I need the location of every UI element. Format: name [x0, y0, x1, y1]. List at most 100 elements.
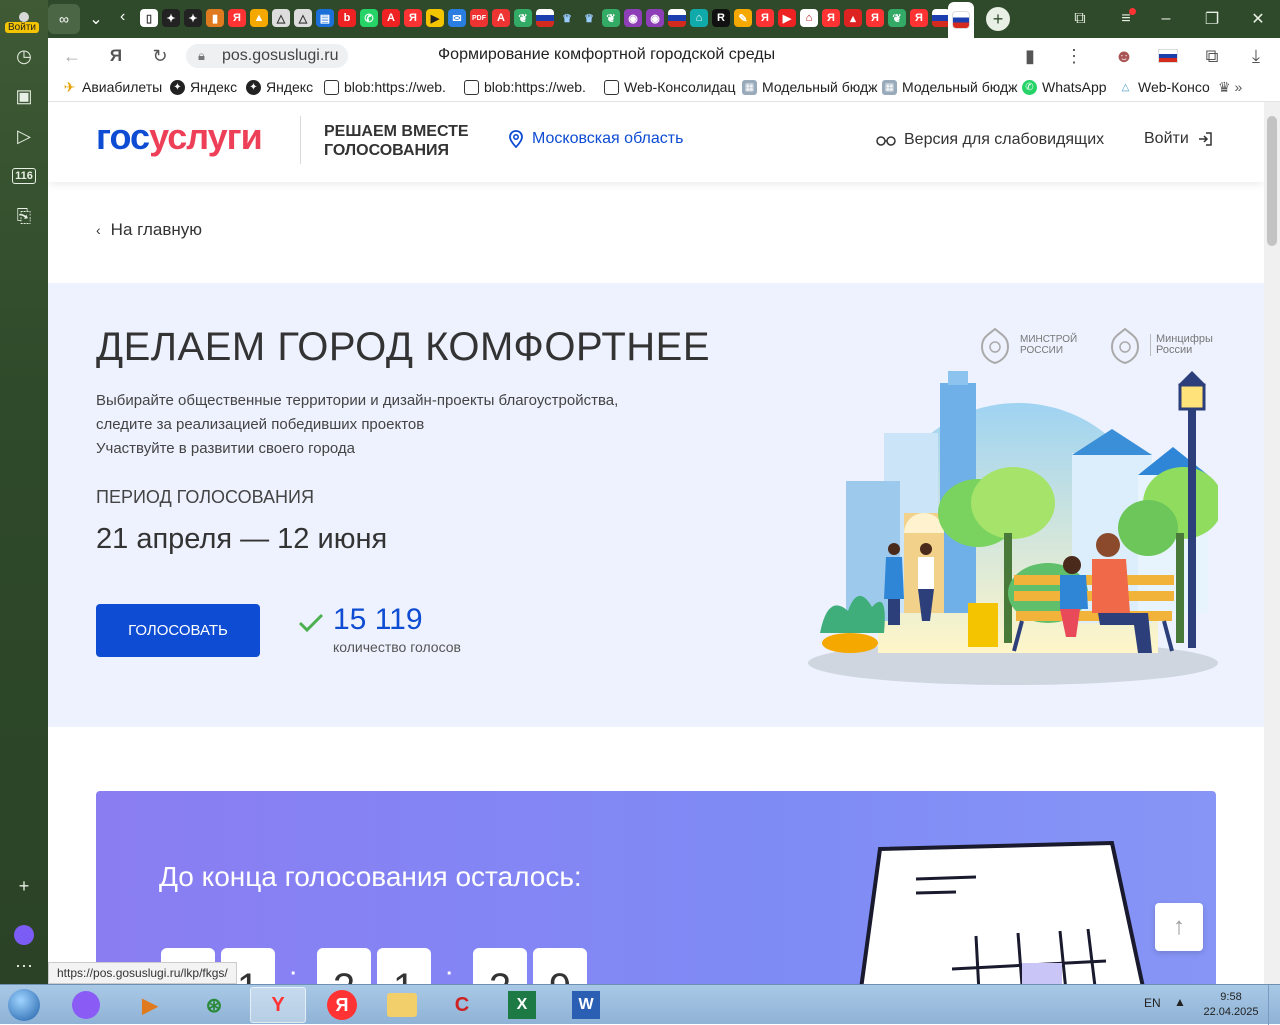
tab-favicon-mail[interactable]: ✉ — [448, 9, 466, 27]
tray-language[interactable]: EN — [1144, 996, 1161, 1010]
more-icon[interactable]: ⋯ — [8, 950, 40, 982]
tab-favicon-yandex[interactable]: Я — [228, 9, 246, 27]
yandex-home-icon[interactable]: Я — [104, 44, 128, 68]
show-desktop-button[interactable] — [1268, 985, 1280, 1025]
tab-favicon-image[interactable]: ▲ — [250, 9, 268, 27]
restore-icon[interactable]: ❐ — [1194, 6, 1230, 32]
taskbar-app-alice[interactable] — [58, 987, 114, 1023]
tab-favicon-whatsapp[interactable]: ✆ — [360, 9, 378, 27]
tab-favicon-yandex[interactable]: Я — [404, 9, 422, 27]
taskbar-app-c[interactable]: C — [434, 987, 490, 1023]
bookmark-item[interactable]: ✦ Яндекс — [170, 79, 237, 95]
collections-icon[interactable]: ▣ — [8, 80, 40, 112]
minimize-icon[interactable]: – — [1148, 6, 1184, 32]
tab-favicon-ru-flag[interactable] — [668, 9, 686, 27]
tray-clock[interactable]: 9:58 22.04.2025 — [1196, 990, 1266, 1020]
address-bar: ← Я ↻ 🔒︎ pos.gosuslugi.ru Формирование к… — [48, 38, 1280, 74]
tab-favicon-ru-flag[interactable] — [536, 9, 554, 27]
gosuslugi-logo[interactable]: госуслуги — [96, 116, 263, 158]
tab-favicon-circle[interactable]: ◉ — [646, 9, 664, 27]
back-to-home-link[interactable]: ‹ На главную — [96, 220, 202, 240]
tabs-scroll-left-icon[interactable]: ‹ — [120, 8, 125, 26]
tab-manager-icon[interactable]: ∞ — [48, 4, 80, 34]
tab-favicon-chart[interactable]: ▮ — [206, 9, 224, 27]
vote-button[interactable]: ГОЛОСОВАТЬ — [96, 604, 260, 657]
login-link[interactable]: Войти — [1144, 130, 1213, 148]
tab-favicon-play[interactable]: ▶ — [426, 9, 444, 27]
translate-icon[interactable]: ⧉ — [1200, 44, 1224, 68]
back-arrow-icon[interactable]: ← — [60, 44, 84, 68]
tab-favicon-pdf[interactable]: PDF — [470, 9, 488, 27]
scrollbar-thumb[interactable] — [1267, 116, 1277, 246]
tab-favicon-b[interactable]: b — [338, 9, 356, 27]
tab-favicon-leaf[interactable]: ❦ — [888, 9, 906, 27]
bookmark-item[interactable]: ✈ Авиабилеты — [62, 79, 163, 96]
reload-icon[interactable]: ↻ — [148, 44, 172, 68]
tab-favicon-leaf[interactable]: ❦ — [514, 9, 532, 27]
url-field[interactable]: 🔒︎ pos.gosuslugi.ru — [186, 44, 348, 68]
extension-icon[interactable]: ☻ — [1112, 44, 1136, 68]
page-scrollbar[interactable] — [1264, 102, 1280, 984]
bookmark-item[interactable]: △ Web-Консо — [1118, 79, 1210, 95]
bookmark-item[interactable]: ▦ Модельный бюдж — [742, 79, 878, 95]
scroll-to-top-button[interactable]: ↑ — [1155, 903, 1203, 951]
badge-116-icon[interactable]: 116 — [8, 160, 40, 192]
taskbar-app-yandex[interactable]: Я — [314, 987, 370, 1023]
tab-favicon-doc[interactable]: ▯ — [140, 9, 158, 27]
region-selector[interactable]: Московская область — [508, 130, 683, 148]
tray-expand-icon[interactable]: ▲ — [1174, 995, 1186, 1009]
alice-icon[interactable] — [8, 919, 40, 951]
tab-favicon-map[interactable]: ⌂ — [690, 9, 708, 27]
bookmark-item[interactable]: blob:https://web. — [324, 79, 446, 95]
screenshot-icon[interactable]: ⎘ — [8, 200, 40, 232]
tab-collections-icon[interactable]: ⧉ — [1062, 6, 1098, 32]
profile-login-badge[interactable]: Войти — [5, 22, 39, 33]
tab-favicon-emblem[interactable]: ♛ — [558, 9, 576, 27]
tab-favicon-pencil[interactable]: ✎ — [734, 9, 752, 27]
tab-favicon-star[interactable]: ✦ — [162, 9, 180, 27]
tab-favicon-yandex[interactable]: Я — [822, 9, 840, 27]
active-tab[interactable] — [948, 2, 974, 38]
tab-favicon-chart[interactable]: ▴ — [844, 9, 862, 27]
bookmarks-more-icon[interactable]: ♛ » — [1218, 79, 1242, 96]
tab-favicon-image[interactable]: △ — [294, 9, 312, 27]
menu-icon[interactable]: ≡ — [1108, 6, 1144, 32]
tabs-dropdown-icon[interactable]: ⌄ — [84, 4, 108, 34]
download-icon[interactable]: ⤓ — [1244, 44, 1268, 68]
close-window-icon[interactable]: ✕ — [1240, 6, 1276, 32]
tab-favicon-star[interactable]: ✦ — [184, 9, 202, 27]
tab-favicon-circle[interactable]: ◉ — [624, 9, 642, 27]
tab-favicon-pdf[interactable]: A — [382, 9, 400, 27]
new-tab-icon[interactable]: + — [986, 7, 1010, 31]
tab-favicon-yandex[interactable]: Я — [866, 9, 884, 27]
tab-favicon-leaf[interactable]: ❦ — [602, 9, 620, 27]
tab-favicon-doc[interactable]: ▤ — [316, 9, 334, 27]
history-icon[interactable]: ◷ — [8, 40, 40, 72]
tab-favicon-yandex[interactable]: Я — [756, 9, 774, 27]
taskbar-app-yandex-browser[interactable]: Y — [250, 987, 306, 1023]
start-button[interactable] — [2, 987, 46, 1023]
taskbar-app-excel[interactable]: X — [494, 987, 550, 1023]
taskbar-app-crypto-icon[interactable]: ⊛ — [186, 987, 242, 1023]
tab-favicon-youtube[interactable]: ▶ — [778, 9, 796, 27]
taskbar-app-explorer[interactable] — [374, 987, 430, 1023]
bookmark-item[interactable]: blob:https://web. — [464, 79, 586, 95]
bookmark-item[interactable]: ✦ Яндекс — [246, 79, 313, 95]
taskbar-app-media-player[interactable]: ▶ — [122, 987, 178, 1023]
bookmark-item[interactable]: ✆ WhatsApp — [1022, 79, 1107, 95]
tab-favicon-image[interactable]: △ — [272, 9, 290, 27]
tab-favicon-yandex[interactable]: Я — [910, 9, 928, 27]
tab-favicon-emblem[interactable]: ♛ — [580, 9, 598, 27]
add-panel-icon[interactable]: + — [8, 870, 40, 902]
bookmark-item[interactable]: Web-Консолидац — [604, 79, 735, 95]
more-vertical-icon[interactable]: ⋮ — [1062, 44, 1086, 68]
taskbar-app-word[interactable]: W — [558, 987, 614, 1023]
bookmark-item[interactable]: ▦ Модельный бюдж — [882, 79, 1018, 95]
low-vision-link[interactable]: Версия для слабовидящих — [876, 131, 1104, 149]
tab-favicon-r[interactable]: R — [712, 9, 730, 27]
tab-favicon-pdf[interactable]: A — [492, 9, 510, 27]
tab-favicon-building[interactable]: ⌂ — [800, 9, 818, 27]
bookmark-icon[interactable]: ▮ — [1018, 44, 1042, 68]
video-icon[interactable]: ▷ — [8, 120, 40, 152]
ru-flag-extension-icon[interactable] — [1156, 44, 1180, 68]
